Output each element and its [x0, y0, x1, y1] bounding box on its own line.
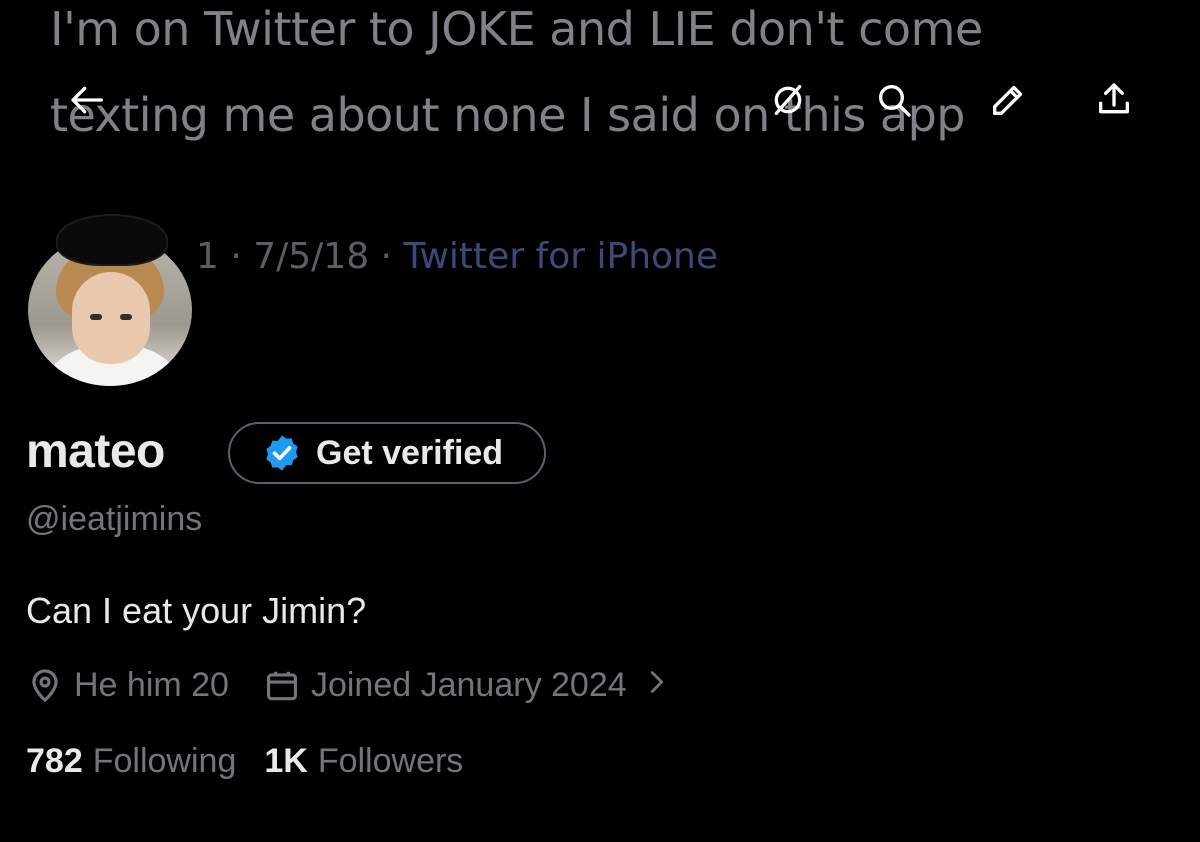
followers-count[interactable]: 1K	[264, 742, 307, 781]
following-label[interactable]: Following	[93, 742, 237, 781]
banner-text-line-2: texting me about none I said on this app	[50, 88, 966, 142]
get-verified-button[interactable]: Get verified	[228, 422, 546, 484]
calendar-icon	[266, 671, 298, 700]
location-item: He him 20	[26, 666, 229, 705]
share-icon	[1099, 83, 1129, 114]
arrow-left-icon	[71, 86, 104, 114]
back-button[interactable]	[66, 78, 110, 122]
banner-text-line-1: I'm on Twitter to JOKE and LIE don't com…	[50, 2, 983, 56]
edit-button[interactable]	[986, 78, 1030, 122]
joined-text: Joined January 2024	[310, 666, 627, 704]
banner-tweet-meta: 1 · 7/5/18 · Twitter for iPhone	[196, 236, 718, 277]
search-button[interactable]	[872, 78, 916, 122]
search-icon	[879, 85, 911, 117]
profile-handle: @ieatjimins	[26, 500, 203, 538]
display-name: mateo	[26, 425, 165, 478]
profile-bio: Can I eat your Jimin?	[26, 590, 367, 631]
profile-banner: I'm on Twitter to JOKE and LIE don't com…	[0, 0, 1200, 300]
chevron-right-icon	[627, 666, 681, 705]
joined-item[interactable]: Joined January 2024	[263, 666, 681, 705]
following-count[interactable]: 782	[26, 742, 83, 781]
get-verified-label: Get verified	[316, 433, 504, 472]
follow-stats: 782 Following 1K Followers	[26, 742, 463, 781]
followers-label[interactable]: Followers	[318, 742, 463, 781]
location-text: He him 20	[74, 666, 229, 704]
grok-icon	[774, 85, 802, 116]
avatar-cap	[56, 214, 168, 266]
pencil-icon	[993, 85, 1023, 116]
location-icon	[32, 668, 58, 702]
profile-meta: He him 20 Joined January 2024	[26, 666, 681, 705]
grok-button[interactable]	[766, 78, 810, 122]
share-button[interactable]	[1092, 78, 1136, 122]
verified-badge-icon	[266, 435, 298, 471]
banner-tweet-date: 1 · 7/5/18 ·	[196, 236, 404, 277]
banner-tweet-source: Twitter for iPhone	[403, 236, 719, 277]
